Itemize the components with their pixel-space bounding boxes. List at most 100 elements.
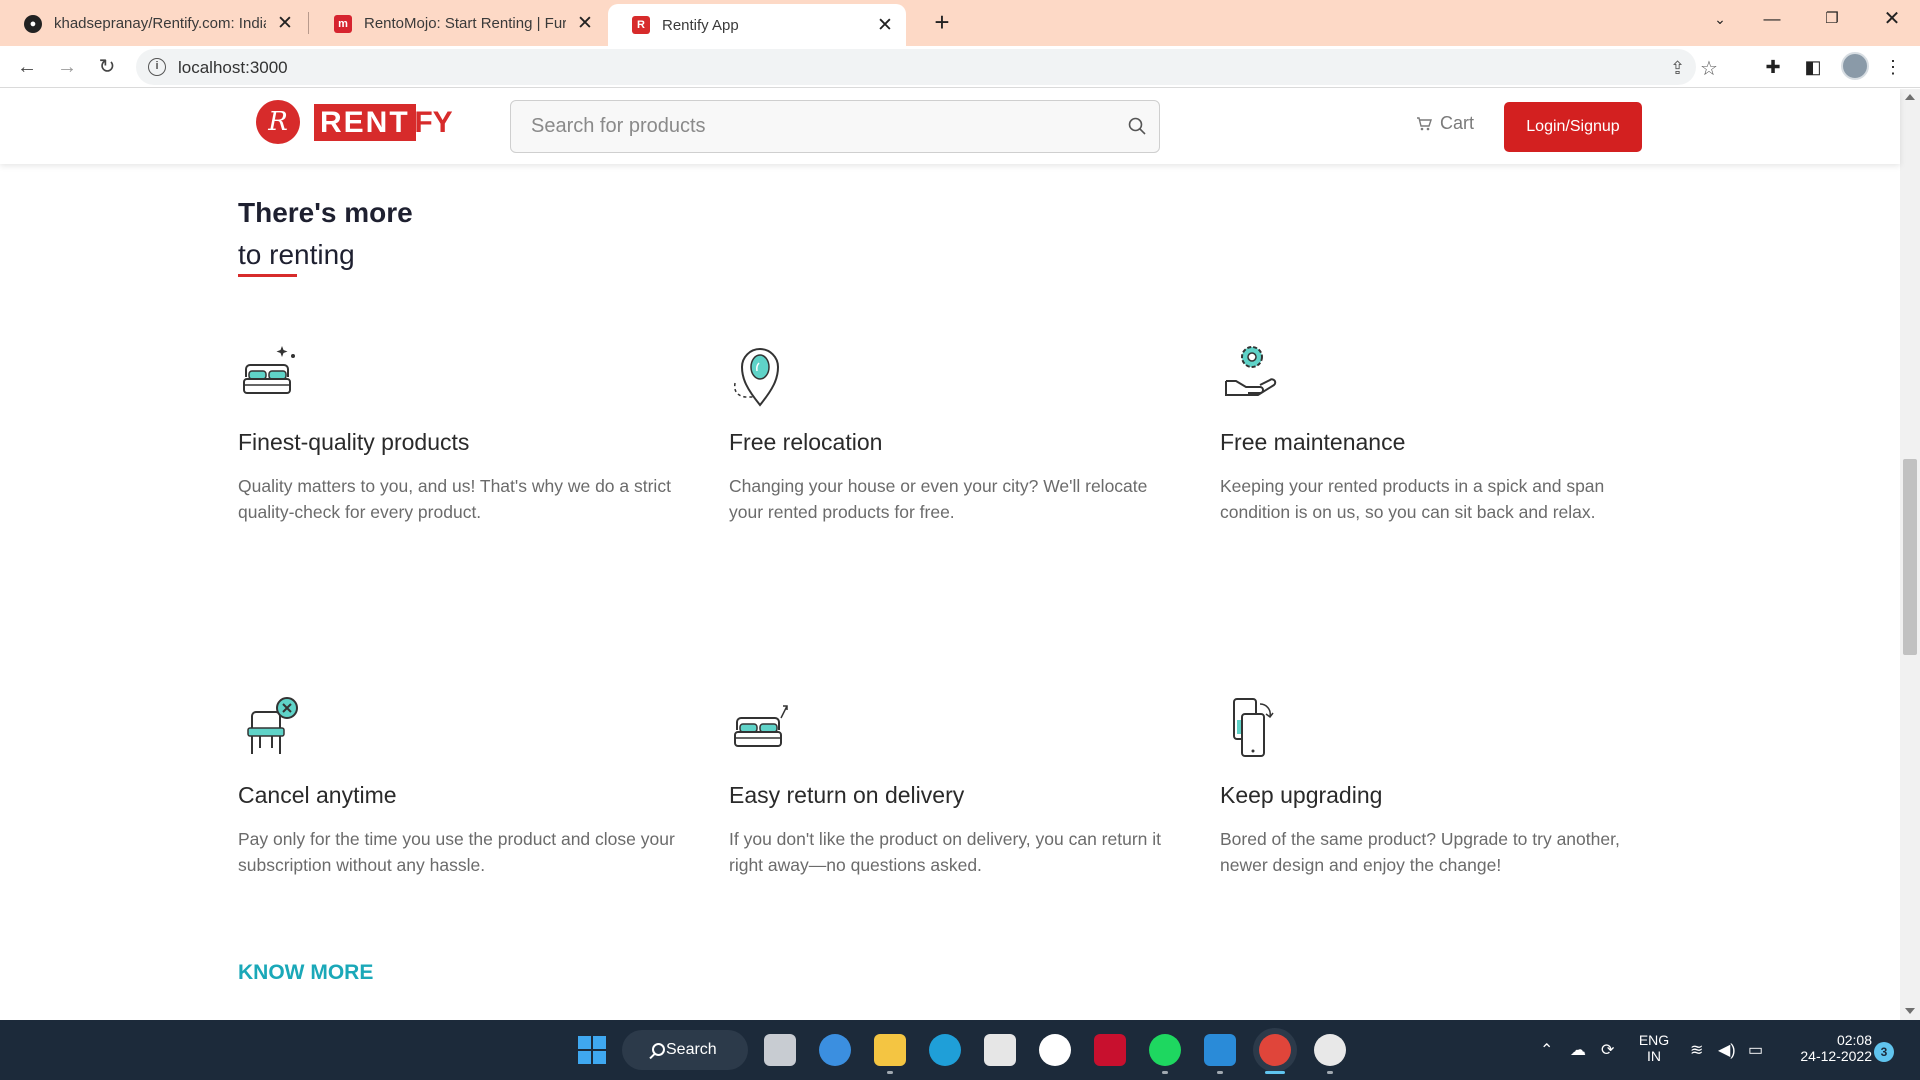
search-icon[interactable]: [1127, 116, 1147, 136]
scroll-down-arrow-icon[interactable]: [1905, 1008, 1915, 1014]
sync-icon[interactable]: ⟳: [1601, 1040, 1614, 1060]
feature-description: Bored of the same product? Upgrade to tr…: [1220, 829, 1620, 875]
profile-avatar[interactable]: [1841, 52, 1869, 80]
tab-divider: [308, 12, 309, 34]
tab-title: RentoMojo: Start Renting | Furnit: [364, 15, 566, 32]
clock-time: 02:08: [1836, 1032, 1872, 1048]
task-view-icon[interactable]: [764, 1034, 796, 1066]
title-underline: [238, 274, 297, 277]
close-icon[interactable]: ✕: [874, 14, 896, 37]
running-indicator: [1327, 1071, 1333, 1074]
lang-code: ENG: [1638, 1032, 1670, 1048]
section-title-line2: to renting: [238, 239, 355, 270]
extensions-puzzle-icon[interactable]: ✚: [1760, 54, 1786, 80]
login-signup-button[interactable]: Login/Signup: [1504, 102, 1642, 152]
chrome-icon[interactable]: [1259, 1034, 1291, 1066]
feature-description: If you don't like the product on deliver…: [729, 829, 1162, 875]
restore-button[interactable]: ❐: [1806, 0, 1858, 40]
close-icon[interactable]: ✕: [574, 12, 596, 35]
feature-title: Easy return on delivery: [729, 782, 965, 808]
github-desktop-icon[interactable]: [1039, 1034, 1071, 1066]
forward-arrow-icon[interactable]: →: [52, 52, 82, 82]
rentify-icon: R: [632, 16, 650, 34]
language-indicator[interactable]: ENG IN: [1634, 1032, 1674, 1064]
running-indicator: [887, 1071, 893, 1074]
page-viewport: R RENT IFY Cart Login/Signup There's mor…: [0, 89, 1920, 1020]
phone-upgrade-icon: [1233, 698, 1274, 757]
active-app-indicator: [1265, 1071, 1285, 1074]
cart-link[interactable]: Cart: [1416, 113, 1474, 134]
site-info-icon[interactable]: i: [148, 58, 166, 76]
tab-title: Rentify App: [662, 16, 739, 34]
rentify-logo-mark[interactable]: R: [256, 100, 300, 144]
share-icon[interactable]: ⇪: [1670, 58, 1685, 79]
feature-description: Keeping your rented products in a spick …: [1220, 476, 1605, 522]
onedrive-cloud-icon[interactable]: ☁: [1570, 1040, 1586, 1060]
feature-description: Pay only for the time you use the produc…: [238, 829, 675, 875]
battery-icon[interactable]: ▭: [1748, 1040, 1763, 1060]
volume-icon[interactable]: ◀): [1718, 1040, 1736, 1060]
feature-title: Keep upgrading: [1220, 782, 1383, 808]
section-title-line1: There's more: [238, 197, 413, 228]
spotify-icon[interactable]: [1149, 1034, 1181, 1066]
wifi-icon[interactable]: ≋: [1690, 1040, 1703, 1060]
rentomojo-icon: m: [334, 14, 352, 33]
edge-browser-icon[interactable]: [929, 1034, 961, 1066]
running-indicator: [1162, 1071, 1168, 1074]
windows-taskbar: Search ⌃ ☁ ⟳ ENG IN ≋ ◀) ▭ 02:08 24-12-2…: [0, 1020, 1920, 1080]
new-tab-button[interactable]: +: [924, 5, 960, 41]
tray-chevron-up-icon[interactable]: ⌃: [1540, 1040, 1553, 1060]
page-scrollbar[interactable]: [1900, 89, 1920, 1020]
search-input[interactable]: [511, 101, 1111, 152]
bed-return-icon: [734, 705, 788, 747]
logo-text-ify[interactable]: IFY: [406, 104, 453, 141]
browser-tab-strip: ● khadsepranay/Rentify.com: India ✕ m Re…: [0, 0, 1920, 46]
bed-sparkle-icon: [243, 346, 295, 394]
scroll-up-arrow-icon[interactable]: [1905, 94, 1915, 100]
feature-description: Changing your house or even your city? W…: [729, 476, 1148, 522]
taskbar-search[interactable]: Search: [622, 1030, 748, 1070]
tab-github[interactable]: ● khadsepranay/Rentify.com: India ✕: [0, 5, 306, 42]
chair-cancel-icon: [247, 697, 298, 754]
feature-title: Cancel anytime: [238, 782, 397, 808]
microsoft-store-icon[interactable]: [984, 1034, 1016, 1066]
side-panel-icon[interactable]: ◧: [1800, 54, 1826, 80]
url-text[interactable]: localhost:3000: [178, 58, 288, 78]
file-explorer-icon[interactable]: [874, 1034, 906, 1066]
cart-icon: [1417, 116, 1432, 130]
feature-title: Free relocation: [729, 429, 883, 455]
github-icon: ●: [24, 14, 42, 33]
notification-badge[interactable]: 3: [1874, 1042, 1894, 1062]
feature-title: Free maintenance: [1220, 429, 1406, 455]
bookmark-star-icon[interactable]: ☆: [1700, 56, 1718, 81]
browser-toolbar: ← → ↻ i localhost:3000 ⇪ ☆ ✚ ◧ ⋮: [0, 46, 1920, 88]
know-more-link[interactable]: KNOW MORE: [238, 961, 373, 985]
window-close-button[interactable]: ✕: [1866, 0, 1918, 40]
site-header: R RENT IFY Cart Login/Signup: [0, 89, 1900, 164]
mcafee-icon[interactable]: [1094, 1034, 1126, 1066]
vscode-icon[interactable]: [1204, 1034, 1236, 1066]
browser-menu-icon[interactable]: ⋮: [1880, 54, 1906, 80]
tab-search-chevron-icon[interactable]: ⌄: [1694, 0, 1746, 40]
feature-title: Finest-quality products: [238, 429, 470, 455]
taskbar-search-label: Search: [666, 1041, 717, 1058]
logo-text-rent[interactable]: RENT: [314, 104, 416, 141]
scroll-thumb[interactable]: [1903, 459, 1917, 655]
address-bar[interactable]: i localhost:3000 ⇪ ☆: [136, 49, 1718, 85]
product-search: [510, 100, 1160, 153]
windows-start-icon[interactable]: [576, 1034, 608, 1066]
location-pin-icon: [733, 348, 780, 407]
help-icon[interactable]: [819, 1034, 851, 1066]
reload-icon[interactable]: ↻: [92, 52, 122, 82]
minimize-button[interactable]: —: [1746, 0, 1798, 40]
clock[interactable]: 02:08 24-12-2022: [1782, 1032, 1872, 1064]
search-icon: [652, 1043, 665, 1056]
feature-description: Quality matters to you, and us! That's w…: [238, 476, 671, 522]
close-icon[interactable]: ✕: [274, 12, 296, 35]
tab-rentify-app[interactable]: R Rentify App ✕: [608, 4, 906, 46]
back-arrow-icon[interactable]: ←: [12, 52, 42, 82]
running-indicator: [1217, 1071, 1223, 1074]
slack-icon[interactable]: [1314, 1034, 1346, 1066]
region-code: IN: [1647, 1048, 1661, 1064]
tab-rentomojo[interactable]: m RentoMojo: Start Renting | Furnit ✕: [310, 5, 606, 42]
